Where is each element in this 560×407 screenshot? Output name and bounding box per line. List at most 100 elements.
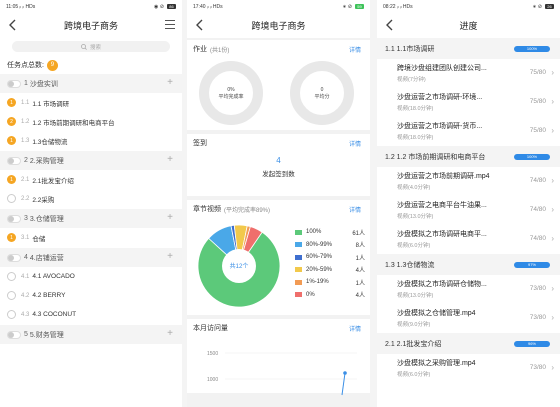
legend-swatch <box>295 229 302 235</box>
lesson-number: 1.2 <box>21 118 30 125</box>
section-title: 1.2 1.2 市场前期调研和电商平台 <box>385 153 486 161</box>
sign-detail-link[interactable]: 详情 <box>349 139 361 148</box>
section-progress-bar: 100% <box>514 46 550 52</box>
section-header[interactable]: 1.3 1.3仓储物流 97% <box>377 254 560 275</box>
lesson-item[interactable]: 1 1.1 1.1 市场调研 <box>0 93 182 112</box>
status-time: 17:40 <box>193 3 206 10</box>
chevron-right-icon[interactable]: › <box>551 126 554 135</box>
chevron-right-icon[interactable]: › <box>551 205 554 214</box>
video-item[interactable]: 沙盘运营之市场调研-环境... 视频(18.0分钟) 75/80 › <box>377 88 560 117</box>
visit-point <box>343 371 347 375</box>
video-item[interactable]: 沙盘运营之市场前期调研.mp4 视频(4.0分钟) 74/80 › <box>377 167 560 196</box>
visit-title: 本月访问量 <box>193 325 228 332</box>
legend-count: 1人 <box>355 255 365 262</box>
video-detail-link[interactable]: 详情 <box>349 205 361 214</box>
video-duration: 视频(7分钟) <box>397 77 426 83</box>
search-placeholder: 搜索 <box>89 44 101 51</box>
chevron-right-icon[interactable]: › <box>551 284 554 293</box>
add-icon[interactable]: + <box>167 78 173 88</box>
homework-detail-link[interactable]: 详情 <box>349 45 361 54</box>
back-arrow-icon[interactable] <box>383 18 397 32</box>
lesson-item[interactable]: 2.2 2.2采购 <box>0 189 182 208</box>
visit-line-chart: 1500 1000 <box>207 351 357 396</box>
lesson-number: 4.3 <box>21 311 30 318</box>
section-header[interactable]: 1.2 1.2 市场前期调研和电商平台 100% <box>377 146 560 167</box>
lesson-item[interactable]: 4.1 4.1 AVOCADO <box>0 267 182 286</box>
video-item[interactable]: 沙盘运营之电商平台牛油果... 视频(13.0分钟) 74/80 › <box>377 196 560 225</box>
video-score: 75/80 <box>529 127 546 134</box>
search-input[interactable]: 搜索 <box>12 41 170 52</box>
sign-title: 签到 <box>193 140 207 147</box>
video-item[interactable]: 沙盘模拟之市场调研电商平... 视频(6.0分钟) 74/80 › <box>377 225 560 254</box>
add-icon[interactable]: + <box>167 329 173 339</box>
lesson-number: 2.1 <box>21 176 30 183</box>
lesson-title: 2.2采购 <box>32 196 55 204</box>
chevron-right-icon[interactable]: › <box>551 313 554 322</box>
legend-label: 60%-79% <box>306 254 333 261</box>
add-icon[interactable]: + <box>167 213 173 223</box>
back-arrow-icon[interactable] <box>6 18 20 32</box>
video-score: 74/80 <box>529 206 546 213</box>
progress-panel: 08:22 ᵢₗ ᵢₗ HDs ∗ ⊘ 26 进度 1.1 1.1市场调研 100%… <box>377 0 560 407</box>
video-item[interactable]: 沙盘运营之市场调研-货币... 视频(18.0分钟) 75/80 › <box>377 117 560 146</box>
chapter-header[interactable]: 3 3.仓储管理 + <box>0 209 182 228</box>
section-header[interactable]: 1.1 1.1市场调研 100% <box>377 38 560 59</box>
collapse-toggle-icon[interactable] <box>7 156 21 165</box>
legend-swatch <box>295 267 302 273</box>
section-progress-bar: 100% <box>514 154 550 160</box>
battery-icon: 26 <box>545 4 554 9</box>
lesson-item[interactable]: 1 1.3 1.3仓储物流 <box>0 131 182 150</box>
task-dot-icon: 1 <box>7 175 16 184</box>
sign-count: 4 <box>276 156 281 165</box>
chapter-header[interactable]: 2 2.采购管理 + <box>0 151 182 170</box>
collapse-toggle-icon[interactable] <box>7 253 21 262</box>
completion-label: 平均完成率 <box>218 93 244 100</box>
video-item[interactable]: 沙盘模拟之采购管理.mp4 视频(6.0分钟) 73/80 › <box>377 354 560 383</box>
lesson-number: 1.3 <box>21 137 30 144</box>
video-item[interactable]: 跨境沙盘组建团队创建公司... 视频(7分钟) 75/80 › <box>377 59 560 88</box>
sign-count-label: 发起签到数 <box>262 171 295 178</box>
video-score: 75/80 <box>529 69 546 76</box>
back-arrow-icon[interactable] <box>193 18 207 32</box>
video-name: 沙盘模拟之市场调研电商平... <box>397 231 487 238</box>
lesson-item[interactable]: 4.3 4.3 COCONUT <box>0 305 182 324</box>
video-item[interactable]: 沙盘模拟之仓储管理.mp4 视频(9.0分钟) 73/80 › <box>377 304 560 333</box>
collapse-toggle-icon[interactable] <box>7 79 21 88</box>
video-pie-chart: 共12个 <box>197 224 281 308</box>
chevron-right-icon[interactable]: › <box>551 234 554 243</box>
chapter-header[interactable]: 4 4.店铺运营 + <box>0 248 182 267</box>
section-progress-bar: 97% <box>514 262 550 268</box>
chapter-header[interactable]: 1 沙盘实训 + <box>0 74 182 93</box>
nav-bar: 跨境电子商务 <box>187 13 370 38</box>
lesson-item[interactable]: 4.2 4.2 BERRY <box>0 286 182 305</box>
section-header[interactable]: 2.1 2.1批发宝介绍 96% <box>377 333 560 354</box>
task-dot-icon: 1 <box>7 233 16 242</box>
lesson-item[interactable]: 2 1.2 1.2 市场前期调研和电商平台 <box>0 112 182 131</box>
lesson-title: 4.2 BERRY <box>32 292 66 299</box>
chevron-right-icon[interactable]: › <box>551 176 554 185</box>
nav-bar: 跨境电子商务 <box>0 13 182 38</box>
lesson-title: 2.1批发宝介绍 <box>32 177 74 185</box>
collapse-toggle-icon[interactable] <box>7 330 21 339</box>
lesson-item[interactable]: 1 2.1 2.1批发宝介绍 <box>0 170 182 189</box>
divider <box>370 0 377 407</box>
chevron-right-icon[interactable]: › <box>551 68 554 77</box>
chapter-header[interactable]: 5 5.财务管理 + <box>0 325 182 344</box>
visit-detail-link[interactable]: 详情 <box>349 324 361 333</box>
lesson-item[interactable]: 1 3.1 仓储 <box>0 228 182 247</box>
chevron-right-icon[interactable]: › <box>551 363 554 372</box>
chevron-right-icon[interactable]: › <box>551 97 554 106</box>
score-label: 平均分 <box>314 93 330 100</box>
chapter-title: 2.采购管理 <box>29 157 64 165</box>
menu-icon[interactable] <box>165 20 175 29</box>
video-duration: 视频(6.0分钟) <box>397 372 431 378</box>
task-dot-icon: 1 <box>7 98 16 107</box>
legend-item: 1%-19% 1人 <box>295 276 365 289</box>
add-icon[interactable]: + <box>167 252 173 262</box>
add-icon[interactable]: + <box>167 155 173 165</box>
collapse-toggle-icon[interactable] <box>7 214 21 223</box>
status-signal: ᵢₗ ᵢₗ HDs <box>206 3 223 10</box>
legend-item: 60%-79% 1人 <box>295 251 365 264</box>
video-item[interactable]: 沙盘模拟之市场调研仓储物... 视频(13.0分钟) 73/80 › <box>377 275 560 304</box>
lesson-title: 1.2 市场前期调研和电商平台 <box>32 119 115 127</box>
